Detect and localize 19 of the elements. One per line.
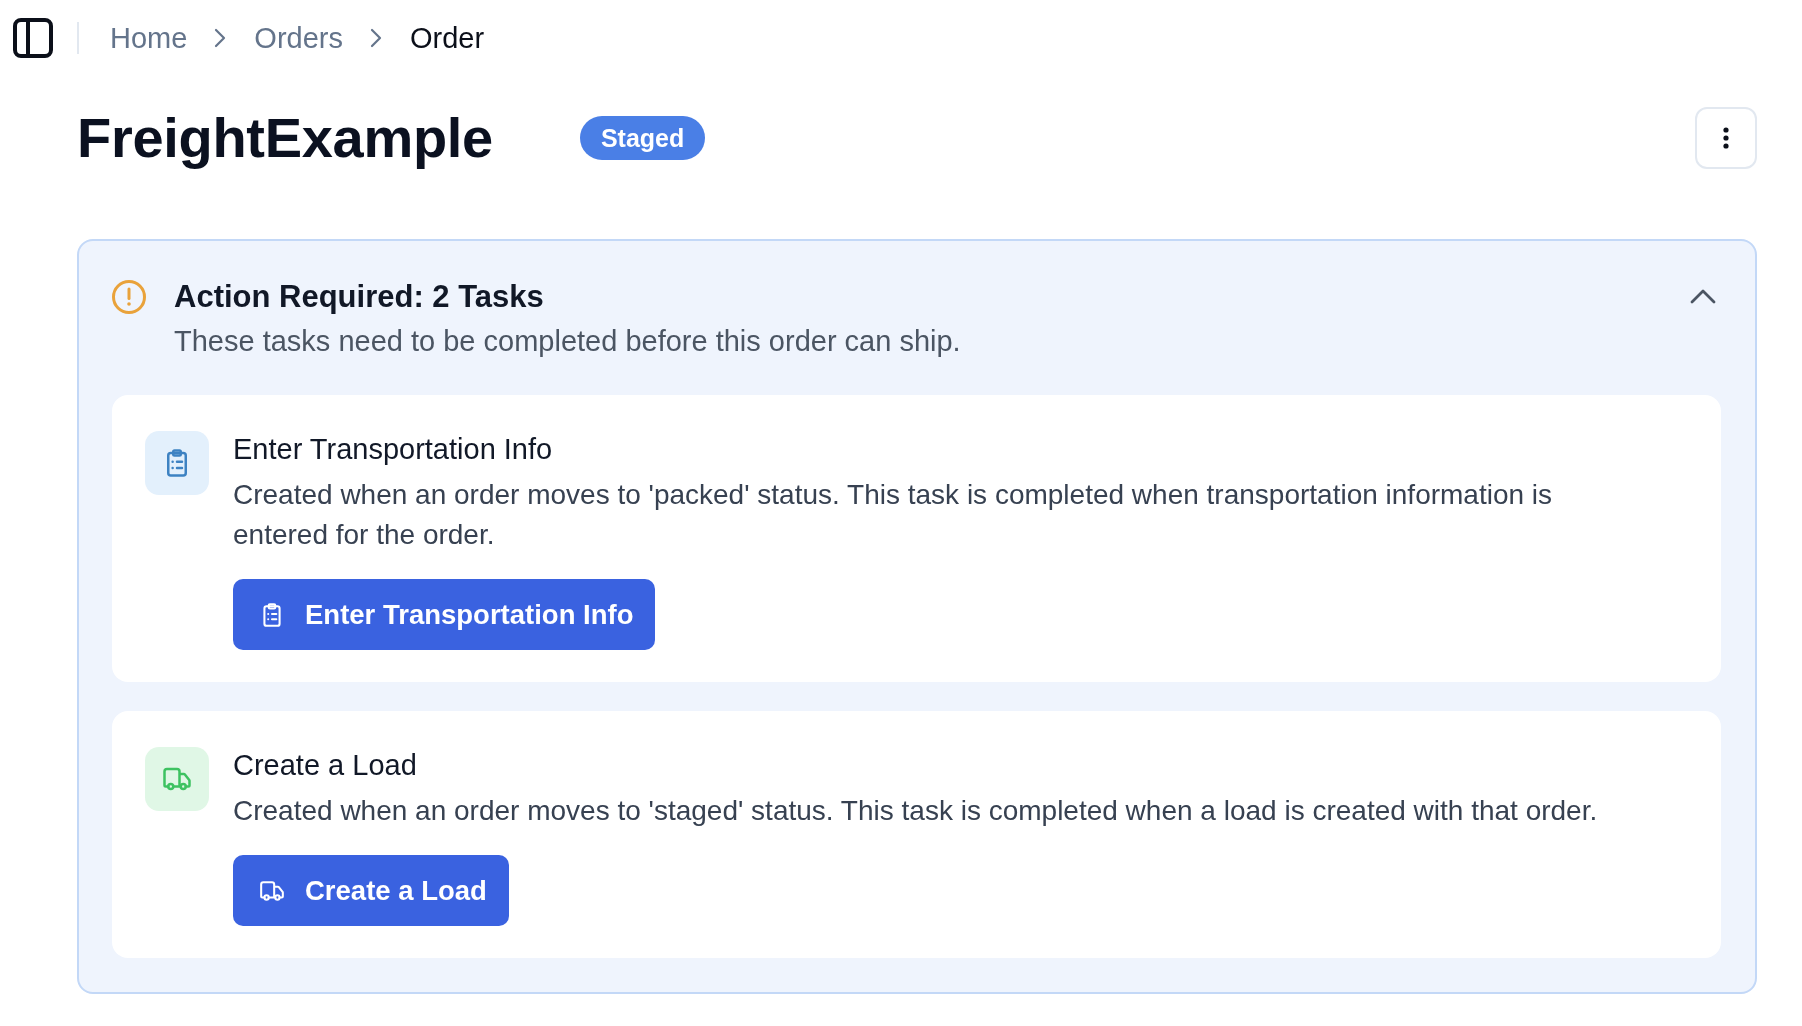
- sidebar-toggle-icon[interactable]: [13, 18, 53, 58]
- task-action-button[interactable]: Create a Load: [233, 855, 509, 926]
- chevron-up-icon[interactable]: [1690, 289, 1716, 304]
- task-action-button[interactable]: Enter Transportation Info: [233, 579, 656, 650]
- exclamation-circle-icon: [112, 280, 146, 314]
- task-description: Created when an order moves to 'packed' status. This task is completed when transportation information is entered for the order.: [233, 478, 1554, 552]
- status-badge: Staged: [579, 116, 706, 160]
- page-title: FreightExample: [77, 107, 493, 169]
- breadcrumb-link[interactable]: Orders: [254, 18, 343, 58]
- alert-subtitle: These tasks need to be completed before this order can ship.: [174, 324, 962, 359]
- breadcrumb-link[interactable]: Home: [110, 18, 188, 58]
- breadcrumb-current: Order: [410, 21, 485, 56]
- more-icon: [1723, 127, 1729, 149]
- chevron-right-icon: [214, 28, 227, 48]
- chevron-right-icon: [370, 28, 382, 48]
- task-title: Enter Transportation Info: [233, 432, 554, 467]
- task-title: Create a Load: [233, 748, 418, 783]
- task-description: Created when an order moves to 'staged' status. This task is completed when a load is created with that order.: [233, 794, 1599, 828]
- alert-title: Action Required: 2 Tasks: [174, 278, 545, 316]
